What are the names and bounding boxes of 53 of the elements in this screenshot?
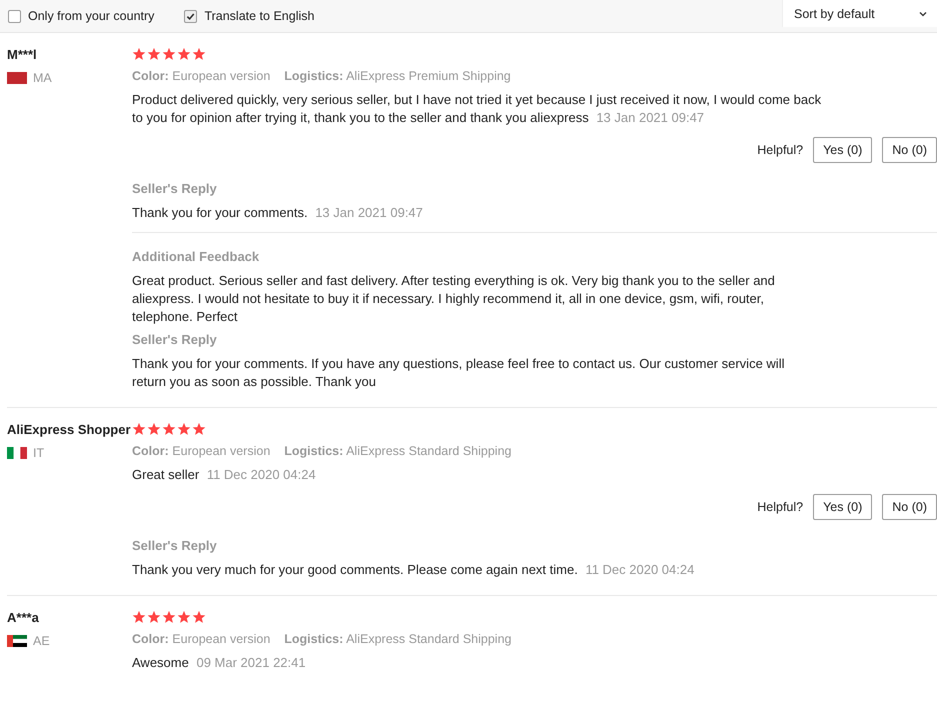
flag-icon	[7, 72, 27, 84]
no-button[interactable]: No (0)	[882, 137, 937, 163]
star-icon	[132, 422, 146, 436]
star-icon	[177, 47, 191, 61]
sku-info: Color: European version	[132, 69, 270, 83]
flag-icon	[7, 447, 27, 459]
star-icon	[132, 610, 146, 624]
chevron-icon	[919, 10, 927, 16]
no-button[interactable]: No (0)	[882, 494, 937, 520]
flag-icon	[7, 635, 27, 647]
star-icon	[162, 47, 176, 61]
country-code: AE	[33, 634, 50, 648]
yes-button[interactable]: Yes (0)	[813, 137, 872, 163]
reply-heading: Seller's Reply	[132, 538, 218, 553]
yes-button[interactable]: Yes (0)	[813, 494, 872, 520]
star-icon	[132, 47, 146, 61]
country-code: IT	[33, 446, 44, 460]
star-icon	[147, 422, 161, 436]
star-icon	[192, 610, 206, 624]
checkbox[interactable]	[8, 10, 21, 22]
star-icon	[177, 422, 191, 436]
feedback-text: Great product. Serious seller and fast delivery. After testing everything is ok. Very big thank you to the seller and aliexpress. I would not hesitate to buy it if necessary. I highly recommend it, all in one device, gsm, wifi, router, telephone. Perfect	[132, 272, 776, 326]
reply-text: Thank you very much for your good comments. Please come again next time. 11 Dec 2020 04:24	[132, 561, 696, 579]
star-icon	[147, 610, 161, 624]
reviewer-name: AliExpress Shopper	[7, 422, 132, 437]
reviewer-name: M***l	[7, 47, 38, 62]
country-code: MA	[33, 71, 52, 85]
reply-heading: Seller's Reply	[132, 332, 218, 347]
star-icon	[162, 610, 176, 624]
sku-info: Color: European version	[132, 444, 270, 458]
star-icon	[147, 47, 161, 61]
reply-text: Thank you for your comments. 13 Jan 2021 09:47	[132, 204, 424, 222]
checkbox-label: Only from your country	[28, 9, 154, 23]
star-icon	[192, 422, 206, 436]
logistics-info: Logistics: AliExpress Standard Shipping	[284, 632, 512, 646]
checkbox-label: Translate to English	[204, 9, 314, 23]
logistics-info: Logistics: AliExpress Standard Shipping	[284, 444, 512, 458]
star-icon	[162, 422, 176, 436]
helpful-label: Helpful?	[757, 143, 804, 157]
reply-text: Thank you for your comments. If you have any questions, please feel free to contact us. Our customer service will return you as soon as possible. Thank you	[132, 355, 786, 391]
helpful-label: Helpful?	[757, 500, 804, 514]
review-text: Awesome 09 Mar 2021 22:41	[132, 654, 307, 672]
star-icon	[177, 610, 191, 624]
review-text: Product delivered quickly, very serious seller, but I have not tried it yet because I just received it now, I would come back to you for opinion after trying it, thank you to the seller and thank you aliexpress 13 Jan 2021 09:47	[132, 91, 822, 127]
reviewer-name: A***a	[7, 610, 40, 625]
review-text: Great seller 11 Dec 2020 04:24	[132, 466, 317, 484]
checkbox[interactable]	[184, 10, 198, 22]
sort-dropdown[interactable]: Sort by default	[782, 0, 937, 27]
star-icon	[192, 47, 206, 61]
reply-heading: Seller's Reply	[132, 181, 218, 196]
logistics-info: Logistics: AliExpress Premium Shipping	[284, 69, 511, 83]
feedback-heading: Additional Feedback	[132, 249, 260, 264]
sku-info: Color: European version	[132, 632, 270, 646]
